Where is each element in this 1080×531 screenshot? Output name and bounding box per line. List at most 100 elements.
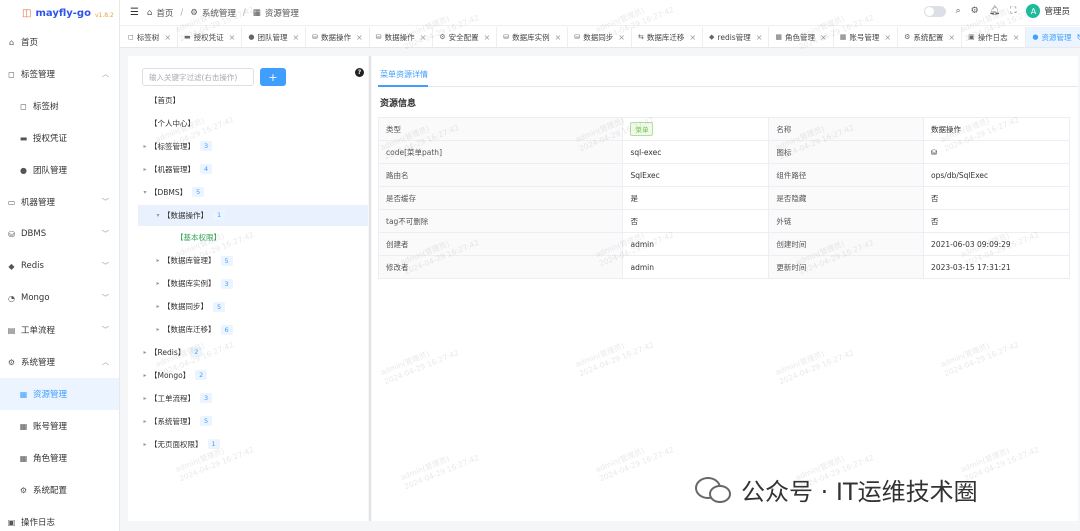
tree-node[interactable]: 【基本权限】: [166, 227, 366, 248]
close-icon[interactable]: ×: [756, 33, 763, 42]
tab-6[interactable]: ⛁ 数据库实例 ×: [497, 27, 569, 47]
close-icon[interactable]: ×: [884, 33, 891, 42]
tree-node[interactable]: ▾ 【DBMS】 5: [140, 182, 340, 203]
close-icon[interactable]: ×: [618, 33, 625, 42]
tree-node[interactable]: ▸ 【机器管理】 4: [140, 159, 340, 180]
tab-4[interactable]: ⛁ 数据操作 ×: [370, 27, 434, 47]
tree-node[interactable]: ▾ 【数据操作】 1: [138, 204, 368, 226]
tree-filter-input[interactable]: 输入关键字过滤(右击操作): [142, 68, 254, 86]
sidebar-item-11[interactable]: ▦ 资源管理: [0, 378, 119, 410]
sidebar-item-7[interactable]: ◆ Redis ﹀: [0, 250, 119, 282]
sidebar-item-5[interactable]: ▭ 机器管理 ﹀: [0, 186, 119, 218]
tab-10[interactable]: ▦ 角色管理 ×: [769, 27, 834, 47]
tree-node[interactable]: 【首页】: [140, 90, 340, 111]
sidebar-item-10[interactable]: ⚙ 系统管理 ︿: [0, 346, 119, 378]
sidebar-item-15[interactable]: ▣ 操作日志: [0, 506, 119, 531]
home-icon: ⌂: [146, 7, 153, 18]
tree-node[interactable]: ▸ 【工单流程】 3: [140, 388, 340, 409]
caret-right-icon[interactable]: ▸: [140, 395, 150, 402]
field-label-text: 修改者: [386, 262, 409, 272]
sidebar-item-6[interactable]: ⛁ DBMS ﹀: [0, 218, 119, 250]
caret-right-icon[interactable]: ▸: [140, 143, 150, 150]
sidebar-item-0[interactable]: ⌂ 首页: [0, 26, 119, 58]
tree-node[interactable]: ▸ 【Redis】 2: [140, 342, 340, 363]
fullscreen-icon[interactable]: ⛶: [1010, 6, 1016, 16]
tab-1[interactable]: ▬ 授权凭证 ×: [178, 27, 243, 47]
tab-5[interactable]: ⚙ 安全配置 ×: [433, 27, 498, 47]
close-icon[interactable]: ×: [420, 33, 427, 42]
avatar[interactable]: A: [1026, 4, 1041, 18]
caret-right-icon[interactable]: ▸: [140, 441, 150, 448]
tree-node[interactable]: ▸ 【无页面权限】 1: [140, 434, 340, 455]
sidebar-item-label: 首页: [21, 38, 39, 48]
tree-node[interactable]: ▸ 【数据库迁移】 6: [153, 319, 353, 340]
sidebar-item-8[interactable]: ◔ Mongo ﹀: [0, 282, 119, 314]
close-icon[interactable]: ×: [555, 33, 562, 42]
caret-right-icon[interactable]: ▸: [153, 326, 163, 333]
tree-node[interactable]: ▸ 【Mongo】 2: [140, 365, 340, 386]
caret-right-icon[interactable]: ▸: [153, 257, 163, 264]
tab-menu-detail[interactable]: 菜单资源详情: [380, 69, 428, 80]
menu-toggle-icon[interactable]: ☰: [130, 7, 139, 18]
field-value-text: admin: [630, 239, 654, 249]
close-icon[interactable]: ×: [948, 33, 955, 42]
tab-8[interactable]: ⇆ 数据库迁移 ×: [632, 27, 704, 47]
tab-12[interactable]: ⚙ 系统配置 ×: [898, 27, 963, 47]
caret-right-icon[interactable]: ▸: [140, 372, 150, 379]
tab-2[interactable]: ● 团队管理 ×: [242, 27, 307, 47]
tab-label: 数据库实例: [512, 32, 550, 42]
close-icon[interactable]: ×: [484, 33, 491, 42]
tab-13[interactable]: ▣ 操作日志 ×: [962, 27, 1027, 47]
database-icon: ⛁: [8, 229, 15, 239]
bell-icon[interactable]: 🔔︎: [989, 6, 1000, 16]
sidebar-item-9[interactable]: ▤ 工单流程 ﹀: [0, 314, 119, 346]
child-count-badge: 5: [220, 255, 233, 266]
tab-7[interactable]: ⛁ 数据同步 ×: [568, 27, 632, 47]
sidebar-item-14[interactable]: ⚙ 系统配置: [0, 474, 119, 506]
settings-icon[interactable]: ⚙: [971, 6, 979, 16]
refresh-icon[interactable]: ↻: [1077, 33, 1080, 42]
tab-9[interactable]: ◆ redis管理 ×: [703, 27, 770, 47]
close-icon[interactable]: ×: [292, 33, 299, 42]
close-icon[interactable]: ×: [164, 33, 171, 42]
tree-node[interactable]: ▸ 【数据同步】 5: [153, 296, 353, 317]
breadcrumb-item-system[interactable]: 系统管理: [202, 7, 236, 19]
caret-right-icon[interactable]: ▸: [140, 166, 150, 173]
tree-node[interactable]: 【个人中心】: [140, 113, 340, 134]
tab-3[interactable]: ⛁ 数据操作 ×: [306, 27, 370, 47]
tab-11[interactable]: ▦ 账号管理 ×: [834, 27, 899, 47]
close-icon[interactable]: ×: [229, 33, 236, 42]
help-icon[interactable]: ?: [355, 68, 364, 77]
sidebar-item-3[interactable]: ▬ 授权凭证: [0, 122, 119, 154]
breadcrumb-item-home[interactable]: 首页: [156, 7, 173, 19]
caret-down-icon[interactable]: ▾: [153, 212, 163, 219]
search-icon[interactable]: ⌕: [956, 6, 961, 16]
close-icon[interactable]: ×: [1013, 33, 1020, 42]
tab-0[interactable]: ◻ 标签树 ×: [122, 27, 179, 47]
app-logo[interactable]: ◫ mayfly-go v1.8.2: [0, 0, 119, 26]
tree-node[interactable]: ▸ 【数据库管理】 5: [153, 250, 353, 271]
close-icon[interactable]: ×: [689, 33, 696, 42]
theme-toggle[interactable]: [923, 5, 946, 17]
caret-down-icon[interactable]: ▾: [140, 189, 150, 196]
tree-node[interactable]: ▸ 【标签管理】 3: [140, 136, 340, 157]
tree-node[interactable]: ▸ 【数据库实例】 3: [153, 273, 353, 294]
panel-splitter[interactable]: [369, 56, 371, 521]
sidebar-item-4[interactable]: ● 团队管理: [0, 154, 119, 186]
caret-right-icon[interactable]: ▸: [153, 303, 163, 310]
caret-right-icon[interactable]: ▸: [140, 418, 150, 425]
username[interactable]: 管理员: [1044, 5, 1070, 17]
close-icon[interactable]: ×: [356, 33, 363, 42]
field-value-text: SqlExec: [630, 170, 660, 180]
close-icon[interactable]: ×: [820, 33, 827, 42]
add-resource-button[interactable]: +: [260, 68, 286, 86]
sidebar-item-2[interactable]: ◻ 标签树: [0, 90, 119, 122]
caret-right-icon[interactable]: ▸: [140, 349, 150, 356]
caret-right-icon[interactable]: ▸: [153, 280, 163, 287]
sidebar-item-12[interactable]: ▦ 账号管理: [0, 410, 119, 442]
sidebar-item-1[interactable]: ◻ 标签管理 ︿: [0, 58, 119, 90]
tab-14[interactable]: ●资源管理 ↻: [1026, 27, 1080, 47]
field-value: 2023-03-15 17:31:21: [923, 255, 1070, 279]
sidebar-item-13[interactable]: ▦ 角色管理: [0, 442, 119, 474]
tree-node[interactable]: ▸ 【系统管理】 5: [140, 411, 340, 432]
